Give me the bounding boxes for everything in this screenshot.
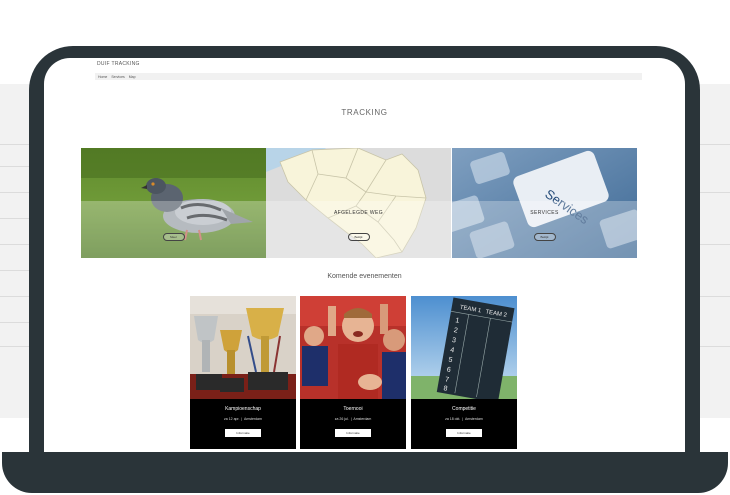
map-tile[interactable]: AFGELEGDE WEG Bekijk — [266, 148, 451, 258]
tile-button[interactable]: Bekijk — [347, 233, 370, 241]
laptop-base — [2, 452, 728, 493]
event-image — [300, 296, 406, 399]
event-meta: za 12 apr. | Amsterdam — [224, 417, 262, 421]
event-title: Kampioenschap — [225, 406, 261, 412]
event-card[interactable]: Kampioenschap za 12 apr. | Amsterdam Inf… — [190, 296, 296, 449]
tile-button[interactable]: Bekijk — [533, 233, 556, 241]
event-date: za 12 apr. — [224, 417, 240, 421]
event-meta: za 26 jul. | Amsterdam — [334, 417, 372, 421]
event-date: za 26 jul. — [334, 417, 349, 421]
event-location: Amsterdam — [464, 417, 483, 421]
pigeon-tile[interactable]: Meer — [81, 148, 266, 258]
event-button[interactable]: Informatie — [225, 429, 261, 437]
section-title: Komende evenementen — [327, 273, 402, 280]
tile-overlay — [81, 201, 266, 258]
tile-caption: AFGELEGDE WEG — [333, 210, 384, 216]
event-button[interactable]: Informatie — [335, 429, 371, 437]
event-date: za 18 okt. — [445, 417, 461, 421]
event-card[interactable]: TEAM 1 TEAM 2 1 2 3 4 5 6 7 8 Competitie… — [411, 296, 517, 449]
tile-button[interactable]: Meer — [162, 233, 185, 241]
nav-item-home[interactable]: Home — [98, 75, 107, 79]
event-card[interactable]: Toernooi za 26 jul. | Amsterdam Informat… — [300, 296, 406, 449]
event-meta: za 18 okt. | Amsterdam — [445, 417, 483, 421]
event-location: Amsterdam — [353, 417, 372, 421]
background-divider — [700, 144, 730, 145]
services-tile[interactable]: Services SERVICES Bekijk — [452, 148, 637, 258]
site-title[interactable]: DUIF TRACKING — [97, 61, 140, 67]
background-divider — [700, 244, 730, 245]
background-divider — [700, 346, 730, 347]
nav-bar: Home Services Map — [95, 73, 642, 80]
laptop-screen: DUIF TRACKING Home Services Map TRACKING — [44, 58, 685, 452]
nav-item-map[interactable]: Map — [129, 75, 136, 79]
event-image: TEAM 1 TEAM 2 1 2 3 4 5 6 7 8 — [411, 296, 517, 399]
tile-caption: SERVICES — [530, 210, 559, 216]
event-image — [190, 296, 296, 399]
event-title: Toernooi — [343, 406, 363, 412]
page-title: TRACKING — [341, 108, 388, 117]
event-location: Amsterdam — [244, 417, 262, 421]
background-divider — [700, 192, 730, 193]
background-divider — [700, 296, 730, 297]
event-button[interactable]: Informatie — [446, 429, 482, 437]
event-title: Competitie — [452, 406, 476, 412]
nav-item-services[interactable]: Services — [111, 75, 124, 79]
